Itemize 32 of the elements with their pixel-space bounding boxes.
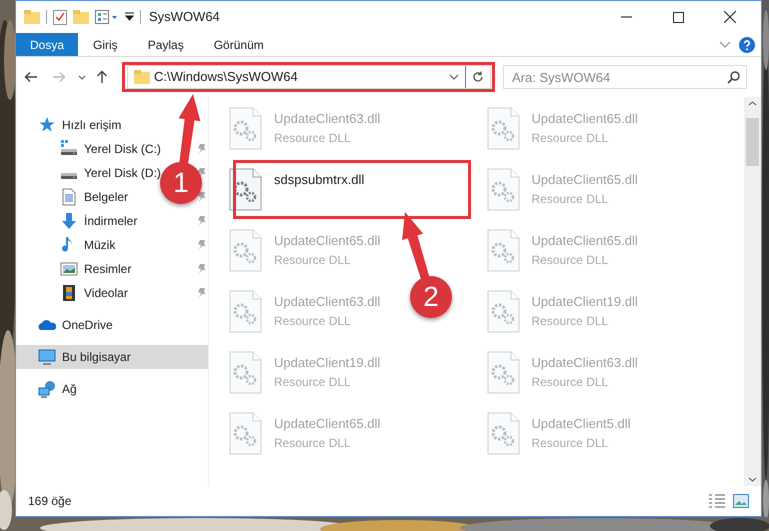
sidebar-item-selected[interactable]: Bu bilgisayar [16,345,208,369]
sidebar-item[interactable]: OneDrive [62,316,113,334]
sidebar-item[interactable]: Müzik [84,236,116,254]
search-field[interactable]: Ara: SysWOW64 [503,65,747,89]
file-type: Resource DLL [532,434,610,452]
file-type: Resource DLL [532,130,610,146]
sidebar-item[interactable]: Hızlı erişim [62,116,122,134]
window-title: SysWOW64 [149,8,220,26]
sidebar-item[interactable]: Yerel Disk (D:) [84,164,161,182]
sidebar-item[interactable]: Resimler [84,260,132,278]
file-type: Resource DLL [532,252,610,268]
sidebar-item[interactable]: Belgeler [84,188,128,206]
address-path: C:\Windows\SysWOW64 [154,68,298,86]
file-type: Resource DLL [274,434,352,452]
file-type: Resource DLL [532,374,610,390]
file-name[interactable]: sdspsubmtrx.dll [274,170,364,190]
sidebar-item[interactable]: İndirmeler [84,212,138,230]
sidebar-item[interactable]: Ağ [62,380,77,398]
ribbon-tab[interactable]: Dosya [16,33,78,56]
file-type: Resource DLL [532,312,610,330]
sidebar-item[interactable]: Videolar [84,284,128,302]
item-count: 169 öğe [28,493,72,510]
file-type: Resource DLL [274,130,352,146]
file-type: Resource DLL [532,190,610,208]
file-type: Resource DLL [274,252,352,268]
ribbon-tab[interactable]: Paylaş [132,33,199,56]
file-type: Resource DLL [274,312,352,330]
sidebar-item[interactable]: Yerel Disk (C:) [84,140,161,158]
address-field[interactable]: C:\Windows\SysWOW64 [127,65,491,89]
ribbon-tab[interactable]: Görünüm [198,33,279,56]
ribbon-tab[interactable]: Giriş [78,33,133,56]
file-type: Resource DLL [274,374,352,390]
